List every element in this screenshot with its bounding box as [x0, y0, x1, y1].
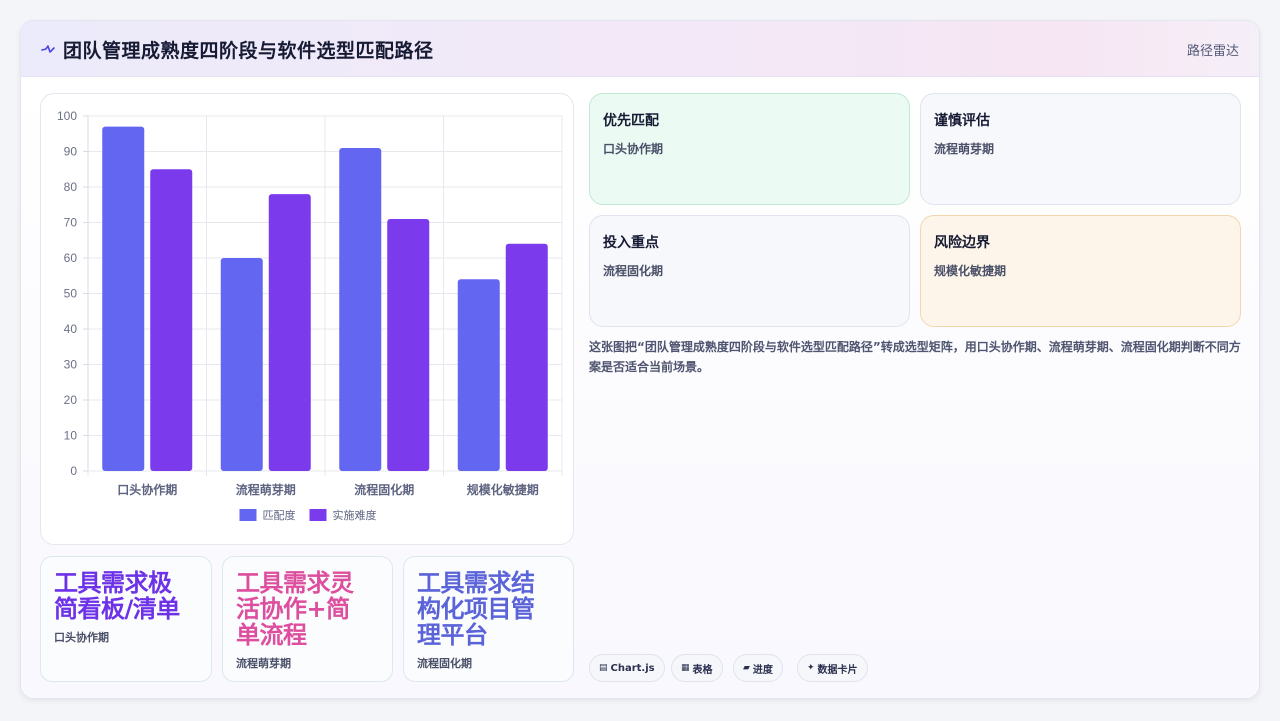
bar-1	[102, 126, 145, 472]
legend-label: 实施难度	[333, 508, 377, 522]
mini-card-title-line: 理平台	[417, 621, 488, 649]
progress-icon: ▰	[743, 663, 750, 673]
y-tick-label: 0	[70, 464, 77, 478]
bar-2	[387, 218, 430, 471]
mini-card-title-line: 简看板/清单	[54, 595, 180, 623]
quadrant-heading: 谨慎评估	[934, 113, 990, 129]
chip-chartjs[interactable]: ▤ Chart.js	[589, 654, 665, 682]
mini-card-title-line: 工具需求极	[54, 569, 172, 597]
quadrant-risk: 风险边界 规模化敏捷期	[920, 215, 1241, 327]
page-title: 团队管理成熟度四阶段与软件选型匹配路径	[63, 40, 434, 62]
chart-panel: 0 10 20 30 40 50 60 70 80 90 100 口头协作期 流程萌芽期 流程固化期 规模化…	[40, 93, 574, 545]
y-tick-label: 90	[64, 145, 78, 159]
quadrant-text: 流程萌芽期	[934, 142, 995, 156]
x-tick-label: 规模化敏捷期	[467, 482, 539, 497]
y-tick-label: 80	[64, 180, 78, 194]
x-tick-label: 流程萌芽期	[236, 482, 296, 497]
chip-label: 进度	[752, 664, 773, 676]
y-tick-label: 20	[64, 393, 78, 407]
y-tick-label: 100	[57, 109, 77, 123]
legend-swatch	[239, 509, 257, 521]
chip-data-cards[interactable]: ✦ 数据卡片	[797, 654, 868, 682]
quadrant-heading: 优先匹配	[603, 113, 659, 129]
quadrant-text: 规模化敏捷期	[934, 264, 1007, 278]
quadrant-text: 流程固化期	[603, 264, 664, 278]
legend-label: 匹配度	[263, 508, 296, 522]
bar-1	[457, 279, 500, 471]
mini-card-3: 工具需求结 构化项目管 理平台 流程固化期	[403, 556, 574, 682]
mini-card-1: 工具需求极 简看板/清单 口头协作期	[40, 556, 212, 682]
quadrant-investment: 投入重点 流程固化期	[589, 215, 910, 327]
bar-2	[505, 243, 548, 471]
x-tick-label: 口头协作期	[117, 482, 177, 497]
chip-table[interactable]: ▦ 表格	[671, 654, 723, 682]
bar-chart: 0 10 20 30 40 50 60 70 80 90 100 口头协作期 流程萌芽期 流程固化期 规模化…	[57, 109, 563, 522]
chip-label: 表格	[692, 664, 713, 676]
mini-card-sub: 流程萌芽期	[236, 657, 291, 670]
quadrant-text: 口头协作期	[603, 142, 664, 156]
header-tag: 路径雷达	[1186, 44, 1239, 59]
quadrant-heading: 投入重点	[603, 235, 659, 251]
description-text: 这张图把“团队管理成熟度四阶段与软件选型匹配路径”转成选型矩阵，用口头协作期、流…	[589, 340, 1241, 374]
mini-card-title: 工具需求灵 活协作+简 单流程	[236, 570, 354, 648]
mini-card-title-line: 工具需求结	[417, 569, 535, 597]
bar-1	[220, 258, 263, 471]
mini-card-sub: 流程固化期	[417, 657, 472, 670]
main-card: 团队管理成熟度四阶段与软件选型匹配路径 路径雷达 0 10 20 30 40 50 60 70…	[20, 20, 1260, 699]
bar-1	[339, 147, 382, 471]
x-tick-label: 流程固化期	[354, 482, 414, 497]
mini-card-title-line: 单流程	[236, 621, 307, 649]
table-icon: ▦	[681, 663, 690, 673]
y-tick-label: 30	[64, 358, 78, 372]
mini-card-title-line: 工具需求灵	[236, 569, 354, 597]
chart-icon: ▤	[599, 663, 608, 673]
y-tick-label: 70	[64, 216, 78, 230]
y-tick-label: 40	[64, 322, 78, 336]
legend-swatch	[309, 509, 327, 521]
mini-card-2: 工具需求灵 活协作+简 单流程 流程萌芽期	[222, 556, 393, 682]
quadrant-caution: 谨慎评估 流程萌芽期	[920, 93, 1241, 205]
mini-card-title-line: 构化项目管	[417, 595, 535, 623]
sparkle-icon: ✦	[807, 663, 815, 673]
chip-progress[interactable]: ▰ 进度	[733, 654, 783, 682]
mini-card-title: 工具需求极 简看板/清单	[54, 570, 180, 622]
bar-2	[268, 194, 311, 471]
y-tick-label: 60	[64, 251, 78, 265]
mini-card-title-line: 活协作+简	[236, 595, 350, 623]
mini-card-title: 工具需求结 构化项目管 理平台	[417, 570, 535, 648]
quadrant-priority: 优先匹配 口头协作期	[589, 93, 910, 205]
quadrant-heading: 风险边界	[934, 235, 990, 251]
mini-card-sub: 口头协作期	[54, 631, 109, 644]
chip-label: 数据卡片	[817, 664, 858, 676]
bar-2	[150, 169, 193, 471]
y-tick-label: 10	[64, 429, 78, 443]
chip-label: Chart.js	[610, 662, 655, 674]
pulse-icon	[41, 45, 55, 53]
y-tick-label: 50	[64, 287, 78, 301]
header: 团队管理成熟度四阶段与软件选型匹配路径 路径雷达	[21, 21, 1259, 77]
